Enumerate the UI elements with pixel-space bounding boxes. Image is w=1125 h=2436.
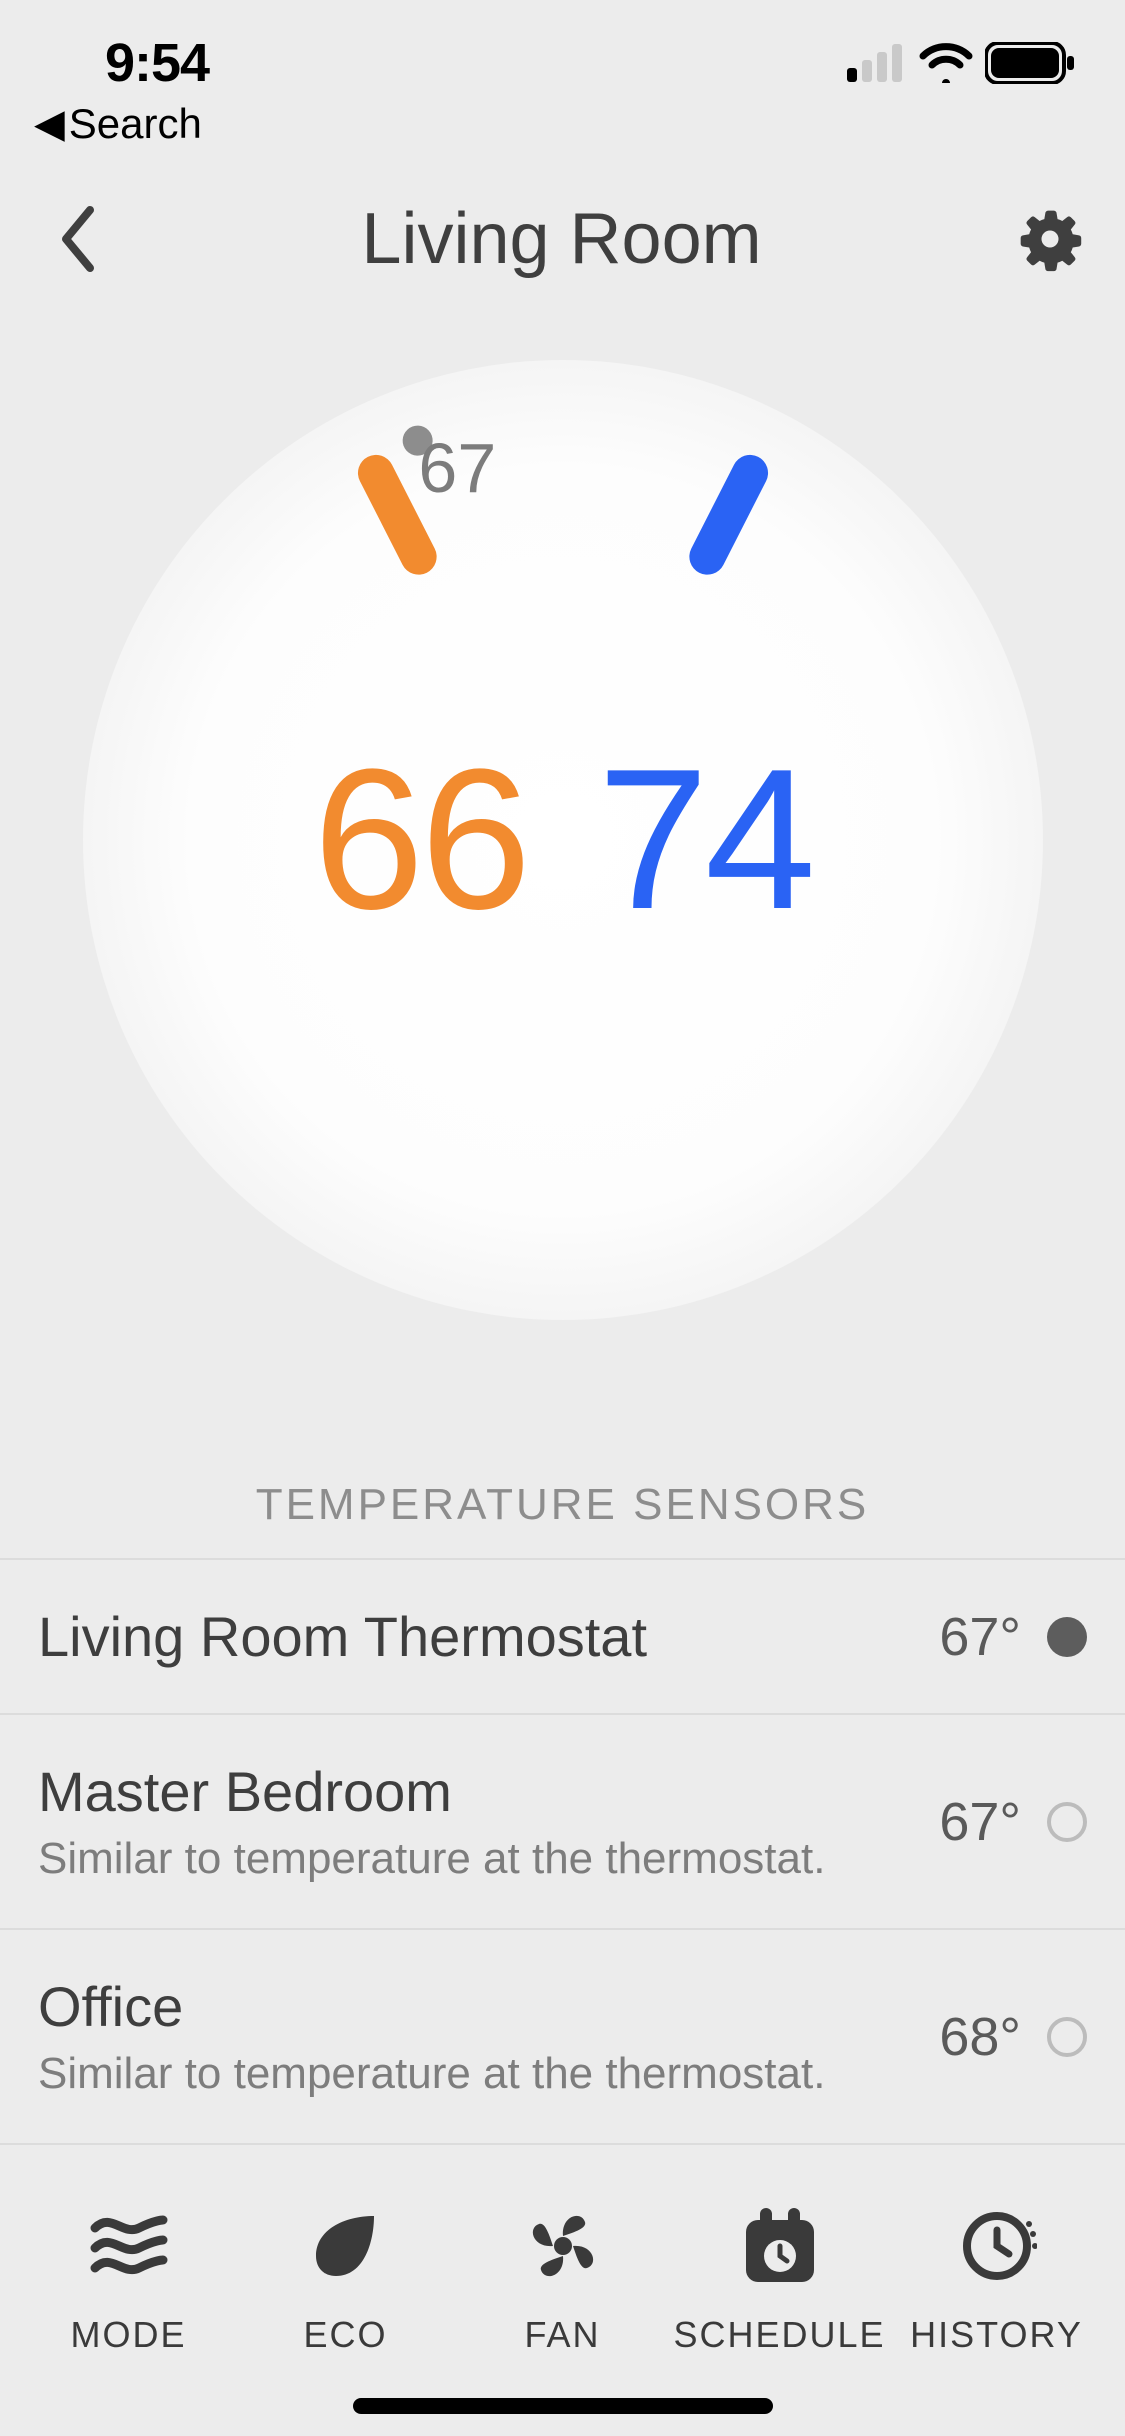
sensor-name: Master Bedroom <box>38 1759 939 1824</box>
sensors-header: TEMPERATURE SENSORS <box>0 1480 1125 1558</box>
cool-tick <box>683 449 774 581</box>
sensor-subtitle: Similar to temperature at the thermostat… <box>38 1834 939 1884</box>
chevron-left-icon <box>58 204 98 274</box>
sensor-temp: 67° <box>939 1791 1021 1853</box>
status-right <box>847 42 1075 84</box>
sensor-list: Living Room Thermostat67°Master BedroomS… <box>0 1558 1125 2145</box>
clock-icon <box>957 2206 1037 2286</box>
home-indicator[interactable] <box>353 2398 773 2414</box>
leaf-icon <box>304 2206 388 2286</box>
tab-label: FAN <box>524 2314 600 2356</box>
tab-label: HISTORY <box>910 2314 1083 2356</box>
status-bar: 9:54 <box>0 0 1125 100</box>
calendar-icon <box>742 2206 818 2286</box>
back-button[interactable] <box>48 209 108 269</box>
tab-history[interactable]: HISTORY <box>897 2206 1097 2356</box>
back-to-search[interactable]: ◀ Search <box>0 100 1125 148</box>
wifi-icon <box>919 43 973 83</box>
cellular-icon <box>847 44 907 82</box>
sensor-row[interactable]: Office Similar to temperature at the ther… <box>0 1930 1125 2145</box>
tab-eco[interactable]: ECO <box>246 2206 446 2356</box>
sensor-subtitle: Similar to temperature at the thermostat… <box>38 2049 939 2099</box>
settings-button[interactable] <box>1015 204 1085 274</box>
sensor-name: Living Room Thermostat <box>38 1604 939 1669</box>
tab-fan[interactable]: FAN <box>463 2206 663 2356</box>
caret-left-icon: ◀ <box>34 101 65 147</box>
tab-mode[interactable]: MODE <box>29 2206 229 2356</box>
page-title: Living Room <box>108 198 1015 280</box>
sensor-row[interactable]: Living Room Thermostat67° <box>0 1560 1125 1715</box>
setpoints: 66 74 <box>83 725 1043 955</box>
battery-icon <box>985 42 1075 84</box>
tab-bar: MODE ECO FAN SCHEDULE HISTORY <box>0 2176 1125 2436</box>
tab-label: MODE <box>71 2314 187 2356</box>
sensor-radio[interactable] <box>1047 1802 1087 1842</box>
sensor-radio[interactable] <box>1047 1617 1087 1657</box>
tab-label: SCHEDULE <box>673 2314 885 2356</box>
current-temp-label: 67 <box>407 417 508 519</box>
status-time: 9:54 <box>105 32 209 94</box>
sensor-temp: 68° <box>939 2006 1021 2068</box>
fan-icon <box>523 2206 603 2286</box>
sensor-temp: 67° <box>939 1606 1021 1668</box>
sensor-radio[interactable] <box>1047 2017 1087 2057</box>
tab-schedule[interactable]: SCHEDULE <box>680 2206 880 2356</box>
thermostat-dial-wrap: 67 66 74 <box>0 360 1125 1320</box>
sensor-name: Office <box>38 1974 939 2039</box>
thermostat-dial[interactable]: 67 66 74 <box>83 360 1043 1320</box>
waves-icon <box>87 2206 171 2286</box>
back-search-label: Search <box>69 100 202 148</box>
tab-label: ECO <box>303 2314 387 2356</box>
sensor-row[interactable]: Master Bedroom Similar to temperature at … <box>0 1715 1125 1930</box>
gear-icon <box>1015 202 1085 276</box>
page-header: Living Room <box>0 148 1125 310</box>
cool-setpoint[interactable]: 74 <box>598 725 812 955</box>
heat-setpoint[interactable]: 66 <box>313 725 527 955</box>
